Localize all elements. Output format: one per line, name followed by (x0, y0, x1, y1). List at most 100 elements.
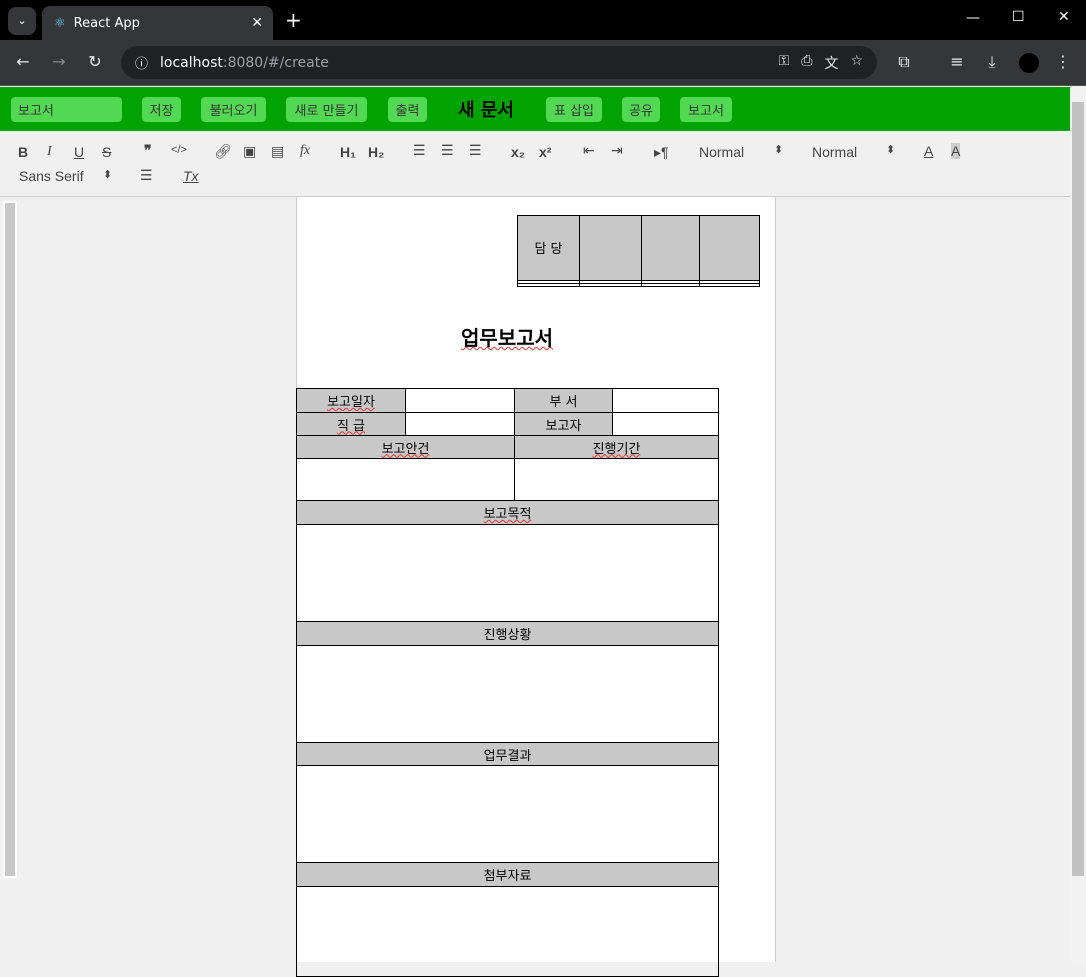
subject-cell[interactable] (296, 458, 515, 501)
text-color-icon[interactable]: A (924, 143, 933, 159)
strike-icon[interactable]: S (102, 144, 111, 160)
editor-toolbar: B I U S ❞ </> 🔗︎ ▣ ▤ fx H₁ H₂ ☰ ☰ ☰ x₂ x… (0, 131, 1070, 197)
maximize-button[interactable]: ☐ (1012, 9, 1025, 25)
code-icon[interactable]: </> (171, 144, 187, 156)
tab-search-button[interactable]: ⌄ (8, 7, 36, 35)
chevron-updown-icon[interactable]: ⬍ (103, 168, 112, 181)
report-table: 보고일자 부 서 직 급 보고자 보고안건 진행기간 보고목적 진행상황 업무결과 첨… (296, 388, 719, 977)
header2-icon[interactable]: H₂ (368, 144, 384, 160)
text-direction-icon[interactable]: ▸¶ (654, 144, 669, 161)
label-status: 진행상황 (296, 621, 719, 646)
label-subject: 보고안건 (381, 441, 430, 457)
profile-avatar[interactable] (1019, 53, 1039, 73)
label-dept: 부 서 (514, 388, 613, 413)
menu-icon[interactable]: ⋮ (1052, 52, 1074, 71)
save-button[interactable]: 저장 (142, 97, 181, 122)
print-button[interactable]: 출력 (388, 97, 427, 122)
label-date: 보고일자 (327, 395, 375, 410)
label-rank: 직 급 (336, 418, 366, 434)
blockquote-icon[interactable]: ❞ (144, 142, 152, 159)
translate-icon[interactable]: 文 (824, 53, 838, 73)
reload-icon[interactable]: ↻ (84, 52, 106, 71)
label-reporter: 보고자 (514, 412, 613, 436)
insert-table-button[interactable]: 표 삽입 (546, 97, 602, 122)
approval-table: 담 당 (517, 215, 760, 288)
status-cell[interactable] (296, 645, 719, 743)
label-purpose: 보고목적 (483, 507, 532, 522)
browser-tab-bar: ⌄ ⚛ React App ✕ + — ☐ ✕ (0, 0, 1086, 40)
scrollbar-thumb[interactable] (1072, 102, 1084, 876)
title-text: 업무보고서 (461, 326, 553, 350)
extensions-icon[interactable]: ⧉ (893, 52, 915, 72)
ordered-list-icon[interactable]: ☰ (413, 142, 426, 159)
media-icon[interactable]: ≡ (946, 52, 968, 71)
date-cell[interactable] (405, 388, 515, 413)
bookmark-star-icon[interactable]: ☆ (850, 53, 863, 73)
minimize-button[interactable]: — (966, 10, 980, 26)
download-icon[interactable]: ⤓ (981, 52, 1003, 72)
approval-cell[interactable] (641, 215, 700, 281)
indent-icon[interactable]: ⇥ (611, 142, 623, 159)
superscript-icon[interactable]: x² (539, 144, 551, 160)
result-cell[interactable] (296, 765, 719, 863)
site-info-icon[interactable]: ⓘ (135, 53, 148, 72)
attach-cell[interactable] (296, 886, 719, 977)
approval-cell[interactable] (699, 282, 760, 288)
outdent-icon[interactable]: ⇤ (583, 142, 595, 159)
purpose-cell[interactable] (296, 524, 719, 622)
close-window-button[interactable]: ✕ (1058, 9, 1070, 25)
subscript-icon[interactable]: x₂ (511, 144, 525, 160)
url-host: localhost (160, 54, 223, 71)
back-icon[interactable]: ← (12, 52, 34, 71)
label-result: 업무결과 (296, 742, 719, 766)
align-icon[interactable]: ☰ (140, 167, 153, 184)
clear-format-icon[interactable]: Tx (183, 168, 199, 184)
approval-cell[interactable] (517, 282, 580, 288)
report-button[interactable]: 보고서 (680, 97, 732, 122)
video-icon[interactable]: ▤ (271, 143, 284, 160)
image-icon[interactable]: ▣ (243, 143, 256, 160)
reporter-cell[interactable] (612, 412, 719, 436)
close-tab-icon[interactable]: ✕ (251, 15, 263, 31)
chevron-updown-icon[interactable]: ⬍ (774, 143, 783, 156)
label-period: 진행기간 (592, 441, 641, 457)
left-scrollbar[interactable] (3, 201, 17, 878)
approval-cell[interactable] (699, 215, 760, 281)
tab-title: React App (73, 15, 140, 31)
rank-cell[interactable] (405, 412, 515, 436)
react-icon: ⚛ (54, 15, 66, 31)
chevron-updown-icon[interactable]: ⬍ (886, 143, 895, 156)
page-heading: 새 문서 (458, 100, 514, 121)
dept-cell[interactable] (612, 388, 719, 413)
url-path: :8080/#/create (222, 54, 329, 71)
load-button[interactable]: 불러오기 (201, 97, 266, 122)
approval-cell[interactable] (641, 282, 700, 288)
italic-icon[interactable]: I (47, 144, 52, 160)
header1-icon[interactable]: H₁ (340, 144, 356, 160)
approval-cell[interactable] (579, 215, 642, 281)
new-tab-button[interactable]: + (285, 8, 302, 32)
background-color-icon[interactable]: A (951, 143, 961, 159)
check-list-icon[interactable]: ☰ (469, 142, 482, 159)
approval-cell[interactable] (579, 282, 642, 288)
doc-name-input[interactable]: 보고서 (11, 97, 122, 122)
size-select[interactable]: Normal (812, 144, 857, 160)
bullet-list-icon[interactable]: ☰ (441, 142, 454, 159)
period-cell[interactable] (514, 458, 719, 501)
underline-icon[interactable]: U (74, 144, 84, 160)
document-title: 업무보고서 (296, 322, 718, 351)
share-button[interactable]: 공유 (622, 97, 660, 122)
label-attach: 첨부자료 (296, 862, 719, 887)
browser-tab[interactable]: ⚛ React App ✕ (42, 6, 273, 40)
link-icon[interactable]: 🔗︎ (214, 143, 232, 160)
formula-icon[interactable]: fx (300, 143, 310, 159)
key-icon[interactable]: ⚿ (779, 53, 790, 73)
bold-icon[interactable]: B (18, 144, 28, 160)
address-bar[interactable]: ⓘ localhost:8080/#/create ⚿ ⎙ 文 ☆ (121, 46, 877, 79)
forward-icon[interactable]: → (48, 52, 70, 71)
install-icon[interactable]: ⎙ (801, 53, 812, 73)
font-select[interactable]: Sans Serif (19, 168, 84, 184)
approval-label: 담 당 (517, 215, 580, 281)
new-button[interactable]: 새로 만들기 (286, 97, 367, 122)
header-select[interactable]: Normal (699, 144, 744, 160)
